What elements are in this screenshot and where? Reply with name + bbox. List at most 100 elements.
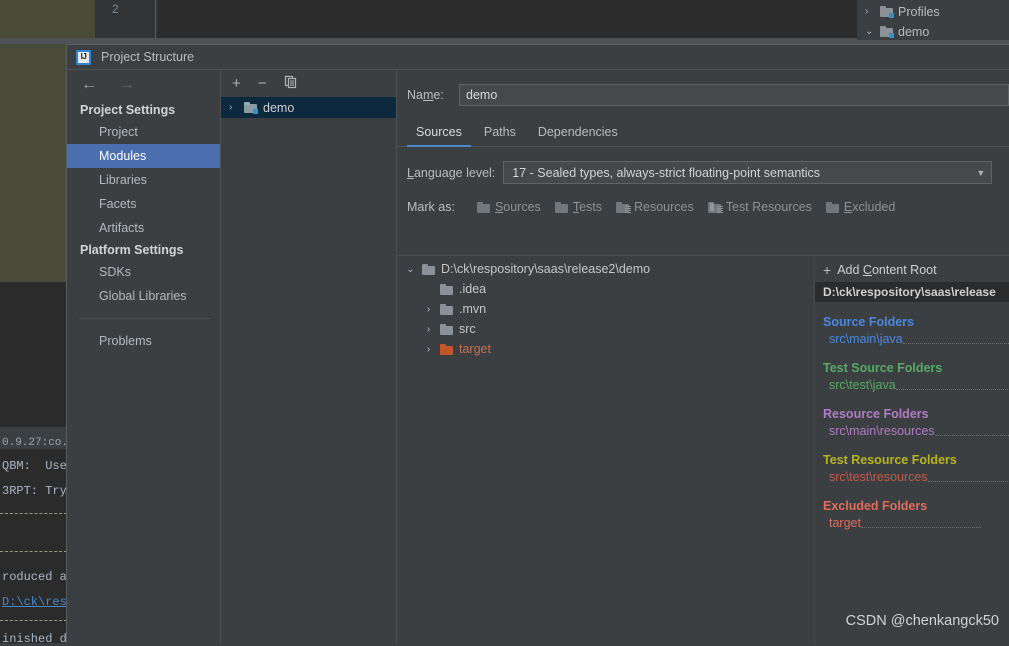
bg-tree-label-demo: demo [898, 25, 929, 39]
dotted-leader [935, 435, 1009, 436]
category-title-test-resource-folders: Test Resource Folders [823, 453, 1009, 467]
tab-paths[interactable]: Paths [475, 120, 525, 147]
sidebar-item-global-libraries[interactable]: Global Libraries [67, 284, 220, 308]
category-path-source-folders[interactable]: src\main\java [823, 332, 903, 346]
chevron-right-icon: › [423, 324, 434, 335]
add-module-icon[interactable]: + [232, 76, 241, 91]
module-name-input[interactable] [459, 84, 1009, 106]
back-arrow-icon[interactable]: ← [81, 77, 97, 93]
module-list-item-demo[interactable]: › demo [221, 97, 396, 118]
content-root-path: D:\ck\respository\saas\release [815, 282, 1009, 302]
bg-tree-item-profiles[interactable]: › Profiles [865, 2, 940, 21]
sidebar-group-project-settings: Project Settings [67, 100, 220, 120]
add-content-root-label: Add Content Root [837, 263, 936, 277]
sidebar-item-modules[interactable]: Modules [67, 144, 220, 168]
file-tree-row-root[interactable]: ⌄ D:\ck\respository\saas\release2\demo [397, 259, 814, 279]
resource-folder-path-text: src\main\resources [829, 424, 935, 438]
file-tree-row-src[interactable]: › src [397, 319, 814, 339]
bg-left-upper [0, 44, 67, 282]
folder-icon [440, 284, 453, 295]
content-roots-panel: + Add Content Root D:\ck\respository\saa… [815, 256, 1009, 643]
bg-tree-item-demo[interactable]: ⌄ demo [865, 22, 929, 41]
modules-toolbar: + − [221, 70, 396, 97]
bg-tab-number: 2 [112, 2, 119, 16]
chevron-right-icon: › [229, 102, 238, 113]
category-path-test-resource-folders[interactable]: src\test\resources [823, 470, 928, 484]
plus-icon: + [823, 263, 831, 277]
copy-module-icon[interactable] [284, 75, 298, 92]
category-title-source-folders: Source Folders [823, 315, 1009, 329]
sidebar-item-sdks[interactable]: SDKs [67, 260, 220, 284]
sidebar-item-problems[interactable]: Problems [67, 329, 220, 353]
sidebar-item-artifacts[interactable]: Artifacts [67, 216, 220, 240]
bg-olive-strip [78, 0, 95, 38]
language-level-label: Language level: [407, 166, 495, 180]
mark-as-row: Mark as: Sources Tests Resources Test Re… [397, 200, 1009, 214]
mark-as-tests-label: Tests [573, 200, 602, 214]
sidebar-item-libraries[interactable]: Libraries [67, 168, 220, 192]
dotted-leader [928, 481, 1009, 482]
category-title-resource-folders: Resource Folders [823, 407, 1009, 421]
source-folder-path-text: src\main\java [829, 332, 903, 346]
settings-sidebar: ← → Project Settings Project Modules Lib… [67, 70, 221, 643]
mark-as-excluded-button[interactable]: Excluded [826, 200, 895, 214]
bg-console-divider-1 [0, 513, 67, 514]
mark-as-sources-button[interactable]: Sources [477, 200, 541, 214]
bg-console-divider-2 [0, 551, 67, 552]
remove-module-icon[interactable]: − [258, 76, 267, 91]
mark-as-test-resources-button[interactable]: Test Resources [708, 200, 812, 214]
bg-console-link[interactable]: D:\ck\res [2, 595, 67, 609]
language-level-value: 17 - Sealed types, always-strict floatin… [512, 166, 820, 180]
sidebar-group-platform-settings: Platform Settings [67, 240, 220, 260]
file-tree-row-target[interactable]: › target [397, 339, 814, 359]
bg-console-line-4: inished d [2, 632, 67, 646]
test-source-folder-path-text: src\test\java [829, 378, 896, 392]
test-resource-folder-path-text: src\test\resources [829, 470, 928, 484]
forward-arrow-icon[interactable]: → [119, 77, 135, 93]
module-content-panel: Name: Sources Paths Dependencies Languag… [397, 70, 1009, 643]
folder-excluded-icon [826, 202, 839, 213]
bg-tree-label-profiles: Profiles [898, 5, 940, 19]
tab-sources[interactable]: Sources [407, 120, 471, 147]
no-chevron-icon: > [423, 284, 434, 295]
sidebar-item-project[interactable]: Project [67, 120, 220, 144]
category-path-resource-folders[interactable]: src\main\resources [823, 424, 935, 438]
mark-as-tests-button[interactable]: Tests [555, 200, 602, 214]
mark-as-resources-button[interactable]: Resources [616, 200, 694, 214]
category-resource-folders: Resource Folders src\main\resources [815, 407, 1009, 440]
chevron-right-icon: › [423, 304, 434, 315]
chevron-down-icon: ⌄ [405, 264, 416, 275]
profiles-folder-icon [880, 6, 893, 17]
category-path-test-source-folders[interactable]: src\test\java [823, 378, 896, 392]
nav-arrow-group: ← → [67, 70, 220, 100]
file-tree-label-idea: .idea [459, 282, 486, 296]
module-folder-icon [244, 102, 257, 113]
file-tree-label-target: target [459, 342, 491, 356]
excluded-folder-path-text: target [829, 516, 861, 530]
category-test-source-folders: Test Source Folders src\test\java [815, 361, 1009, 394]
chevron-down-icon: ▼ [976, 168, 985, 178]
sidebar-divider [79, 318, 210, 319]
file-tree-label-mvn: .mvn [459, 302, 486, 316]
excluded-folder-icon [440, 344, 453, 355]
sources-lower-region: ⌄ D:\ck\respository\saas\release2\demo >… [397, 255, 1009, 643]
name-field-label: Name: [407, 88, 459, 102]
bg-right-tree: › Profiles ⌄ demo [857, 0, 1009, 40]
folder-icon [440, 324, 453, 335]
dotted-leader [896, 389, 1009, 390]
folder-tests-icon [555, 202, 568, 213]
category-path-excluded-folders[interactable]: target [823, 516, 861, 530]
bg-console-line-2: 3RPT: Try [2, 484, 67, 498]
add-content-root-button[interactable]: + Add Content Root [815, 260, 1009, 279]
module-tabs: Sources Paths Dependencies [397, 119, 1009, 147]
language-level-dropdown[interactable]: 17 - Sealed types, always-strict floatin… [503, 161, 992, 184]
mark-as-excluded-label: Excluded [844, 200, 895, 214]
category-excluded-folders: Excluded Folders target [815, 499, 1009, 532]
file-tree-row-mvn[interactable]: › .mvn [397, 299, 814, 319]
project-structure-dialog: IJ Project Structure ← → Project Setting… [66, 44, 1009, 643]
tab-dependencies[interactable]: Dependencies [529, 120, 627, 147]
folder-icon [440, 304, 453, 315]
category-title-test-source-folders: Test Source Folders [823, 361, 1009, 375]
file-tree-row-idea[interactable]: > .idea [397, 279, 814, 299]
sidebar-item-facets[interactable]: Facets [67, 192, 220, 216]
